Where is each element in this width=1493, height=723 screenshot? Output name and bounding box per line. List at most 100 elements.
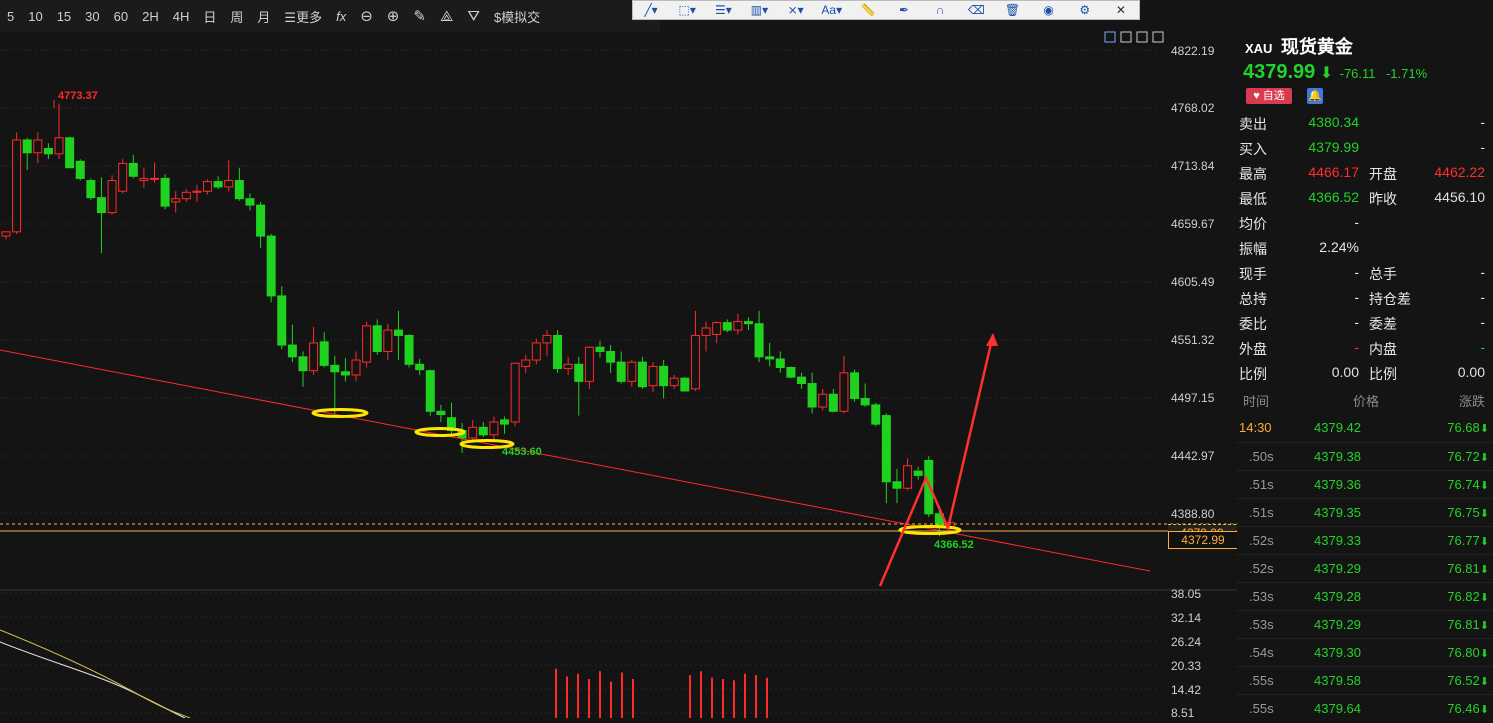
tick-row[interactable]: .52s 4379.29 76.81⬇ [1237,554,1493,583]
last-price: 4379.99 [1243,61,1316,83]
timeframe-10[interactable]: 10 [21,9,49,24]
candle-body [521,359,531,367]
tick-row[interactable]: .55s 4379.58 76.52⬇ [1237,666,1493,695]
candlestick-chart[interactable] [0,30,1237,718]
candle-body [351,359,361,376]
candle-body [192,190,202,193]
timeframe-4h[interactable]: 4H [166,9,197,24]
draw-pen-icon[interactable]: ✎ [406,7,433,25]
candle-body [584,346,594,382]
candle-body [860,397,870,406]
tick-row[interactable]: .53s 4379.29 76.81⬇ [1237,610,1493,639]
shape-tool-icon[interactable]: ⬚▾ [669,3,705,17]
pen-icon[interactable]: ✒ [886,3,922,17]
timeframe-15[interactable]: 15 [50,9,78,24]
tick-row[interactable]: .53s 4379.28 76.82⬇ [1237,582,1493,611]
quote-label: 买入 [1239,141,1267,157]
timeframe-60[interactable]: 60 [107,9,135,24]
candle-body [500,419,510,425]
candle-body [415,363,425,371]
collapse-icon[interactable] [1152,31,1164,43]
timeframe-month[interactable]: 月 [250,7,277,26]
candle-body [850,372,860,399]
quote-value: 2.24% [1319,239,1359,255]
tick-row[interactable]: .52s 4379.33 76.77⬇ [1237,526,1493,555]
down-arrow-icon: ⬇ [1479,536,1489,548]
tick-price: 4379.35 [1314,505,1361,520]
candle-body [765,356,775,360]
pattern-tool-icon[interactable]: ☰▾ [705,3,741,17]
candle-body [54,137,64,155]
candle-body [224,180,234,188]
more-button[interactable]: ☰更多 [277,7,329,26]
price-line: 4379.99 ⬇ -76.11 -1.71% [1243,61,1427,84]
candle-body [754,323,764,358]
timeframe-toolbar: 5 10 15 30 60 2H 4H 日 周 月 ☰更多 fx ⊖ ⊕ ✎ ⟁… [0,0,660,32]
tick-row[interactable]: .51s 4379.35 76.75⬇ [1237,498,1493,527]
candle-body [213,181,223,188]
alert-button[interactable]: 🔔 [1307,88,1323,104]
triangle-down-icon[interactable]: ⛛ [460,8,487,25]
quote-label: 开盘 [1369,166,1397,182]
maximize-icon[interactable] [1120,31,1132,43]
chart-window-controls[interactable] [1104,31,1164,43]
tick-row[interactable]: .54s 4379.30 76.80⬇ [1237,638,1493,667]
candle-body [309,342,319,372]
trash-icon[interactable]: 🗑 [994,3,1030,17]
sim-trade-button[interactable]: $模拟交 [487,7,547,26]
quote-label: 最低 [1239,191,1267,207]
ruler-icon[interactable]: 📏 [850,3,886,17]
tick-row[interactable]: .50s 4379.38 76.72⬇ [1237,442,1493,471]
candle-body [128,162,138,177]
close-icon[interactable]: ✕ [1103,3,1139,17]
magnet-icon[interactable]: ∩ [922,3,958,17]
quote-label: 比例 [1239,366,1267,382]
tick-time: .52s [1249,533,1274,548]
candle-body [903,465,913,489]
price-change: -76.11 [1339,66,1376,81]
quote-value: 4466.17 [1308,164,1359,180]
candle-body [319,341,329,366]
zoom-in-icon[interactable]: ⊕ [380,7,407,25]
tick-change: 76.82⬇ [1447,589,1489,604]
fib-tool-icon[interactable]: ⨯▾ [778,3,814,17]
candle-body [775,358,785,368]
quote-label: 比例 [1369,366,1397,382]
zoom-out-icon[interactable]: ⊖ [353,7,380,25]
eraser-icon[interactable]: ⌫ [958,3,994,17]
price-axis-label: 4713.84 [1171,159,1215,173]
candle-body [266,235,276,297]
fullscreen-icon[interactable] [1104,31,1116,43]
triangle-up-icon[interactable]: ⟁ [433,8,460,25]
candle-body [648,365,658,387]
candle-body [722,322,732,331]
timeframe-5[interactable]: 5 [0,9,21,24]
candle-body [383,329,393,352]
quote-label: 振幅 [1239,241,1267,257]
line-tool-icon[interactable]: ╱▾ [633,3,669,17]
candle-body [797,376,807,385]
yellow-support-marker [311,408,369,418]
tick-row[interactable]: .55s 4379.64 76.46⬇ [1237,694,1493,723]
timeframe-day[interactable]: 日 [196,7,223,26]
eye-icon[interactable]: ◉ [1031,3,1067,17]
tick-row[interactable]: 14:30 4379.42 76.68⬇ [1237,414,1493,442]
timeframe-week[interactable]: 周 [223,7,250,26]
quote-label: 委比 [1239,316,1267,332]
text-tool-icon[interactable]: Aa▾ [814,3,850,17]
restore-icon[interactable] [1136,31,1148,43]
gear-icon[interactable]: ⚙ [1067,3,1103,17]
watchlist-button[interactable]: ♥ 自选 [1246,88,1292,104]
indicator-axis-label: 38.05 [1171,587,1202,601]
tick-change: 76.52⬇ [1447,673,1489,688]
timeframe-30[interactable]: 30 [78,9,106,24]
quote-label: 总手 [1369,266,1397,282]
tick-time: .55s [1249,673,1274,688]
candle-body [149,177,159,180]
timeframe-2h[interactable]: 2H [135,9,166,24]
channel-tool-icon[interactable]: ▥▾ [741,3,777,17]
candle-body [203,181,213,192]
tick-row[interactable]: .51s 4379.36 76.74⬇ [1237,470,1493,499]
fx-button[interactable]: fx [329,9,353,24]
quote-value: 4380.34 [1308,114,1359,130]
